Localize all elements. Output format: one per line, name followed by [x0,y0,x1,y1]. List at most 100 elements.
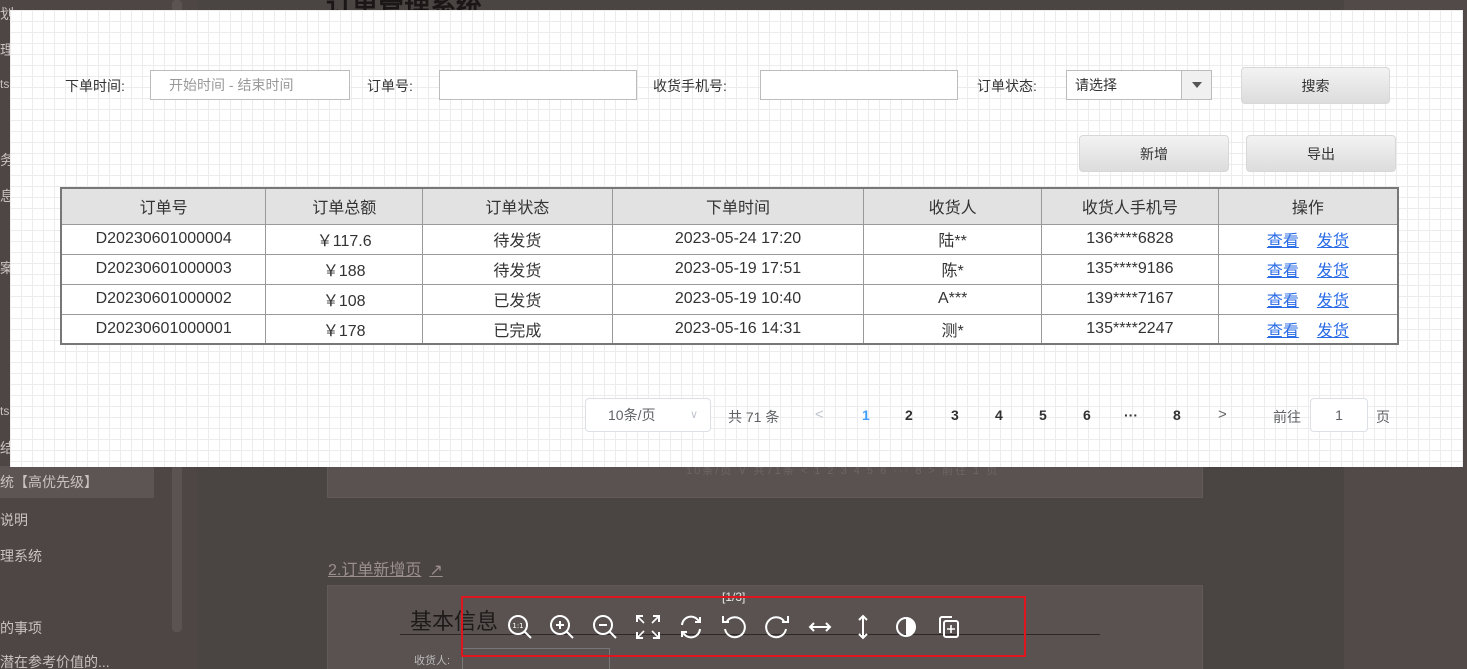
page-number[interactable]: 5 [1039,407,1047,423]
cell-status: 已发货 [422,283,613,315]
cell-actions: 查看 发货 [1217,223,1399,255]
cell-time: 2023-05-19 17:51 [611,253,865,285]
page-number[interactable]: 4 [995,407,1003,423]
image-preview: 下单时间: 开始时间 - 结束时间 订单号: 收货手机号: 订单状态: 请选择 … [10,10,1463,467]
phone-label: 收货手机号: [653,78,727,94]
background-link[interactable]: 2.订单新增页 ↗ [328,556,443,580]
reset-icon[interactable] [676,612,706,642]
zoom-in-icon[interactable] [547,612,577,642]
page-number[interactable]: 3 [951,407,959,423]
invert-contrast-icon[interactable] [891,612,921,642]
table-row: D20230601000002 ￥108 已发货 2023-05-19 10:4… [60,283,1399,315]
cell-actions: 查看 发货 [1217,313,1399,345]
order-no-input[interactable] [439,70,637,100]
table-row: D20230601000004 ￥117.6 待发货 2023-05-24 17… [60,223,1399,255]
cell-actions: 查看 发货 [1217,253,1399,285]
view-link[interactable]: 查看 [1267,323,1299,340]
page-size-select[interactable]: 10条/页 ∨ [585,398,711,432]
external-link-icon: ↗ [429,562,443,579]
page-number[interactable]: 6 [1083,407,1091,423]
status-select[interactable]: 请选择 [1066,70,1212,100]
page-number[interactable]: 8 [1173,407,1181,423]
page-size-value: 10条/页 [608,407,656,423]
column-header: 订单号 [60,187,267,225]
total-count: 共 71 条 [728,409,780,425]
more-pages-ellipsis[interactable]: ··· [1124,407,1138,423]
sidebar-item[interactable]: 的事项 [0,618,42,638]
sidebar-item[interactable]: ts [0,77,9,91]
prev-page-button[interactable]: < [815,406,824,423]
cell-order-no: D20230601000002 [60,283,267,315]
cell-phone: 139****7167 [1040,283,1219,315]
ship-link[interactable]: 发货 [1317,293,1349,310]
column-header: 下单时间 [611,187,865,225]
table-header-row: 订单号 订单总额 订单状态 下单时间 收货人 收货人手机号 操作 [60,187,1399,225]
sidebar-item[interactable]: 说明 [0,510,28,530]
cell-status: 待发货 [422,223,613,255]
add-button[interactable]: 新增 [1079,135,1229,172]
cell-phone: 135****2247 [1040,313,1219,345]
order-no-label: 订单号: [367,78,413,94]
cell-amount: ￥108 [265,283,424,315]
sidebar-item[interactable]: 潜在参考价值的... [0,652,110,669]
ship-link[interactable]: 发货 [1317,233,1349,250]
rotate-left-icon[interactable] [719,612,749,642]
cell-order-no: D20230601000003 [60,253,267,285]
sidebar-item[interactable]: 理系统 [0,546,42,566]
rotate-right-icon[interactable] [762,612,792,642]
view-link[interactable]: 查看 [1267,233,1299,250]
cell-phone: 135****9186 [1040,253,1219,285]
export-button[interactable]: 导出 [1246,135,1396,172]
search-button[interactable]: 搜索 [1241,67,1390,104]
flip-vertical-icon[interactable] [848,612,878,642]
view-link[interactable]: 查看 [1267,263,1299,280]
column-header: 收货人手机号 [1040,187,1219,225]
cell-receiver: 测* [863,313,1042,345]
fullscreen-icon[interactable] [633,612,663,642]
sidebar-item[interactable]: ts [0,404,9,418]
zoom-out-icon[interactable] [590,612,620,642]
page-number-current[interactable]: 1 [862,407,870,423]
table-row: D20230601000001 ￥178 已完成 2023-05-16 14:3… [60,313,1399,345]
phone-input[interactable] [760,70,958,100]
cell-amount: ￥117.6 [265,223,424,255]
flip-horizontal-icon[interactable] [805,612,835,642]
cell-phone: 136****6828 [1040,223,1219,255]
cell-time: 2023-05-24 17:20 [611,223,865,255]
cell-actions: 查看 发货 [1217,283,1399,315]
ship-link[interactable]: 发货 [1317,263,1349,280]
cell-amount: ￥188 [265,253,424,285]
cell-receiver: A*** [863,283,1042,315]
cell-time: 2023-05-16 14:31 [611,313,865,345]
ship-link[interactable]: 发货 [1317,323,1349,340]
background-recv-label: 收货人: [414,655,451,667]
svg-text:1:1: 1:1 [512,622,523,630]
viewer-toolbar: 1:1 [461,596,1026,657]
sidebar-item-active[interactable]: 统【高优先级】 [0,466,154,498]
column-header: 订单状态 [422,187,613,225]
status-label: 订单状态: [977,78,1037,94]
order-time-range-input[interactable]: 开始时间 - 结束时间 [150,70,350,100]
column-header: 操作 [1217,187,1399,225]
cell-order-no: D20230601000004 [60,223,267,255]
goto-page-input[interactable]: 1 [1310,398,1368,432]
cell-status: 待发货 [422,253,613,285]
column-header: 收货人 [863,187,1042,225]
cell-time: 2023-05-19 10:40 [611,283,865,315]
column-header: 订单总额 [265,187,424,225]
caret-down-icon[interactable] [1181,71,1211,99]
cell-receiver: 陆** [863,223,1042,255]
goto-label: 前往 [1273,409,1301,425]
view-link[interactable]: 查看 [1267,293,1299,310]
order-time-label: 下单时间: [65,78,125,94]
cell-order-no: D20230601000001 [60,313,267,345]
page-number[interactable]: 2 [905,407,913,423]
actual-size-icon[interactable]: 1:1 [505,612,535,642]
table-row: D20230601000003 ￥188 待发货 2023-05-19 17:5… [60,253,1399,285]
page-suffix: 页 [1376,409,1390,425]
status-select-value: 请选择 [1075,77,1117,93]
next-page-button[interactable]: > [1218,406,1227,423]
link-label[interactable]: 2.订单新增页 [328,562,421,579]
cell-receiver: 陈* [863,253,1042,285]
copy-icon[interactable] [934,612,964,642]
